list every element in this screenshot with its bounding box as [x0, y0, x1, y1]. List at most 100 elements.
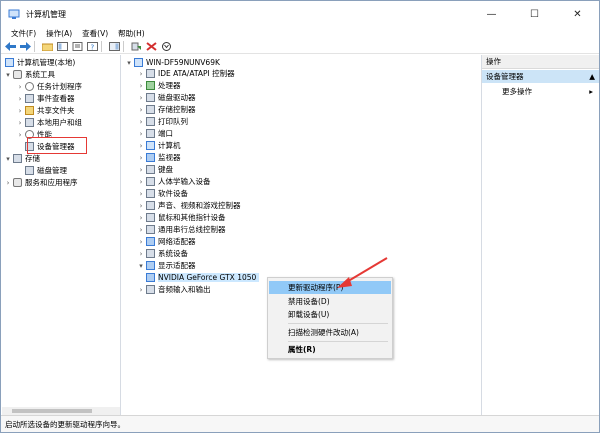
device-category-14[interactable]: › 网络适配器	[137, 236, 196, 247]
console-tree-pane: 计算机管理(本地) ▾ 系统工具 › 任务计划程序 › 事件查看器 › 共享文件…	[2, 55, 121, 415]
tree-event-viewer[interactable]: › 事件查看器	[16, 93, 75, 104]
category-label: 人体学输入设备	[158, 177, 211, 186]
collapsed-icon[interactable]: ›	[137, 130, 145, 138]
forward-icon[interactable]	[19, 41, 31, 52]
device-category-0[interactable]: › IDE ATA/ATAPI 控制器	[137, 68, 235, 79]
collapsed-icon[interactable]: ›	[137, 106, 145, 114]
uninstall-icon[interactable]	[145, 41, 157, 52]
tree-root[interactable]: 计算机管理(本地)	[4, 57, 75, 68]
menu-uninstall-device[interactable]: 卸载设备(U)	[269, 308, 391, 321]
device-root[interactable]: ▾ WIN-DF59NUNV69K	[125, 57, 220, 68]
device-category-4[interactable]: › 打印队列	[137, 116, 188, 127]
collapsed-icon[interactable]: ›	[16, 107, 24, 115]
category-label: 声音、视频和游戏控制器	[158, 201, 241, 210]
tree-shared-folders[interactable]: › 共享文件夹	[16, 105, 75, 116]
collapsed-icon[interactable]: ›	[137, 286, 145, 294]
show-hide-icon[interactable]	[108, 41, 120, 52]
category-icon	[146, 213, 155, 222]
device-category-2[interactable]: › 磁盘驱动器	[137, 92, 196, 103]
category-label: 键盘	[158, 165, 173, 174]
expanded-icon[interactable]: ▾	[4, 71, 12, 79]
actions-header: 操作	[482, 55, 599, 69]
menu-file[interactable]: 文件(F)	[11, 28, 36, 39]
collapse-up-icon[interactable]: ▲	[589, 72, 595, 81]
device-category-7[interactable]: › 监视器	[137, 152, 181, 163]
collapsed-icon[interactable]: ›	[4, 179, 12, 187]
tree-local-users[interactable]: › 本地用户和组	[16, 117, 82, 128]
device-category-1[interactable]: › 处理器	[137, 80, 181, 91]
device-category-15[interactable]: › 系统设备	[137, 248, 188, 259]
menu-help[interactable]: 帮助(H)	[118, 28, 145, 39]
close-button[interactable]: ✕	[556, 1, 599, 27]
minimize-button[interactable]: —	[470, 1, 513, 27]
device-category-10[interactable]: › 软件设备	[137, 188, 188, 199]
device-category-16[interactable]: ▾ 显示适配器	[137, 260, 196, 271]
collapsed-icon[interactable]: ›	[16, 95, 24, 103]
device-category-11[interactable]: › 声音、视频和游戏控制器	[137, 200, 241, 211]
category-icon	[146, 189, 155, 198]
horizontal-scrollbar[interactable]	[2, 407, 120, 415]
category-label: 打印队列	[158, 117, 188, 126]
computer-icon	[134, 58, 143, 67]
category-icon	[146, 165, 155, 174]
device-audio-io[interactable]: › 音频输入和输出	[137, 284, 211, 295]
tree-services-apps[interactable]: › 服务和应用程序	[4, 177, 78, 188]
collapsed-icon[interactable]: ›	[137, 250, 145, 258]
device-category-8[interactable]: › 键盘	[137, 164, 173, 175]
menu-properties[interactable]: 属性(R)	[269, 343, 391, 356]
device-nvidia[interactable]: NVIDIA GeForce GTX 1050	[145, 272, 260, 283]
update-driver-icon[interactable]	[130, 41, 142, 52]
collapsed-icon[interactable]: ›	[16, 131, 24, 139]
expanded-icon[interactable]: ▾	[4, 155, 12, 163]
properties-icon[interactable]	[71, 41, 83, 52]
device-category-6[interactable]: › 计算机	[137, 140, 181, 151]
toolbar: ?	[1, 39, 599, 54]
actions-device-manager[interactable]: 设备管理器 ▲	[482, 70, 599, 83]
collapsed-icon[interactable]: ›	[137, 202, 145, 210]
help-icon[interactable]: ?	[86, 41, 98, 52]
category-label: IDE ATA/ATAPI 控制器	[158, 69, 235, 78]
menu-scan-hardware[interactable]: 扫描检测硬件改动(A)	[269, 326, 391, 339]
tree-storage[interactable]: ▾ 存储	[4, 153, 40, 164]
collapsed-icon[interactable]: ›	[137, 142, 145, 150]
up-folder-icon[interactable]	[41, 41, 53, 52]
device-category-5[interactable]: › 端口	[137, 128, 173, 139]
collapsed-icon[interactable]: ›	[137, 226, 145, 234]
collapsed-icon[interactable]: ›	[137, 94, 145, 102]
category-label: 监视器	[158, 153, 181, 162]
expanded-icon[interactable]: ▾	[125, 59, 133, 67]
device-category-3[interactable]: › 存储控制器	[137, 104, 196, 115]
category-icon	[146, 177, 155, 186]
category-label: 端口	[158, 129, 173, 138]
device-category-9[interactable]: › 人体学输入设备	[137, 176, 211, 187]
collapsed-icon[interactable]: ›	[137, 118, 145, 126]
device-category-12[interactable]: › 鼠标和其他指针设备	[137, 212, 226, 223]
collapsed-icon[interactable]: ›	[16, 119, 24, 127]
tree-disk-management[interactable]: 磁盘管理	[24, 165, 67, 176]
collapsed-icon[interactable]: ›	[137, 214, 145, 222]
tree-system-tools[interactable]: ▾ 系统工具	[4, 69, 55, 80]
disable-device-icon[interactable]	[160, 41, 172, 52]
collapsed-icon[interactable]: ›	[137, 190, 145, 198]
maximize-button[interactable]: ☐	[513, 1, 556, 27]
collapsed-icon[interactable]: ›	[137, 82, 145, 90]
collapsed-icon[interactable]: ›	[137, 166, 145, 174]
collapsed-icon[interactable]: ›	[137, 178, 145, 186]
category-label: 磁盘驱动器	[158, 93, 196, 102]
collapsed-icon[interactable]: ›	[16, 83, 24, 91]
more-actions[interactable]: 更多操作 ▸	[482, 85, 599, 97]
collapsed-icon[interactable]: ›	[137, 70, 145, 78]
tree-task-scheduler[interactable]: › 任务计划程序	[16, 81, 82, 92]
menu-disable-device[interactable]: 禁用设备(D)	[269, 295, 391, 308]
menu-view[interactable]: 查看(V)	[82, 28, 108, 39]
menu-action[interactable]: 操作(A)	[46, 28, 72, 39]
app-window: 计算机管理 — ☐ ✕ 文件(F) 操作(A) 查看(V) 帮助(H) ? 计算…	[0, 0, 600, 433]
expanded-icon[interactable]: ▾	[137, 262, 145, 270]
collapsed-icon[interactable]: ›	[137, 154, 145, 162]
collapsed-icon[interactable]: ›	[137, 238, 145, 246]
console-tree-icon[interactable]	[56, 41, 68, 52]
category-icon	[146, 237, 155, 246]
highlight-box	[27, 137, 87, 154]
device-category-13[interactable]: › 通用串行总线控制器	[137, 224, 226, 235]
back-icon[interactable]	[4, 41, 16, 52]
